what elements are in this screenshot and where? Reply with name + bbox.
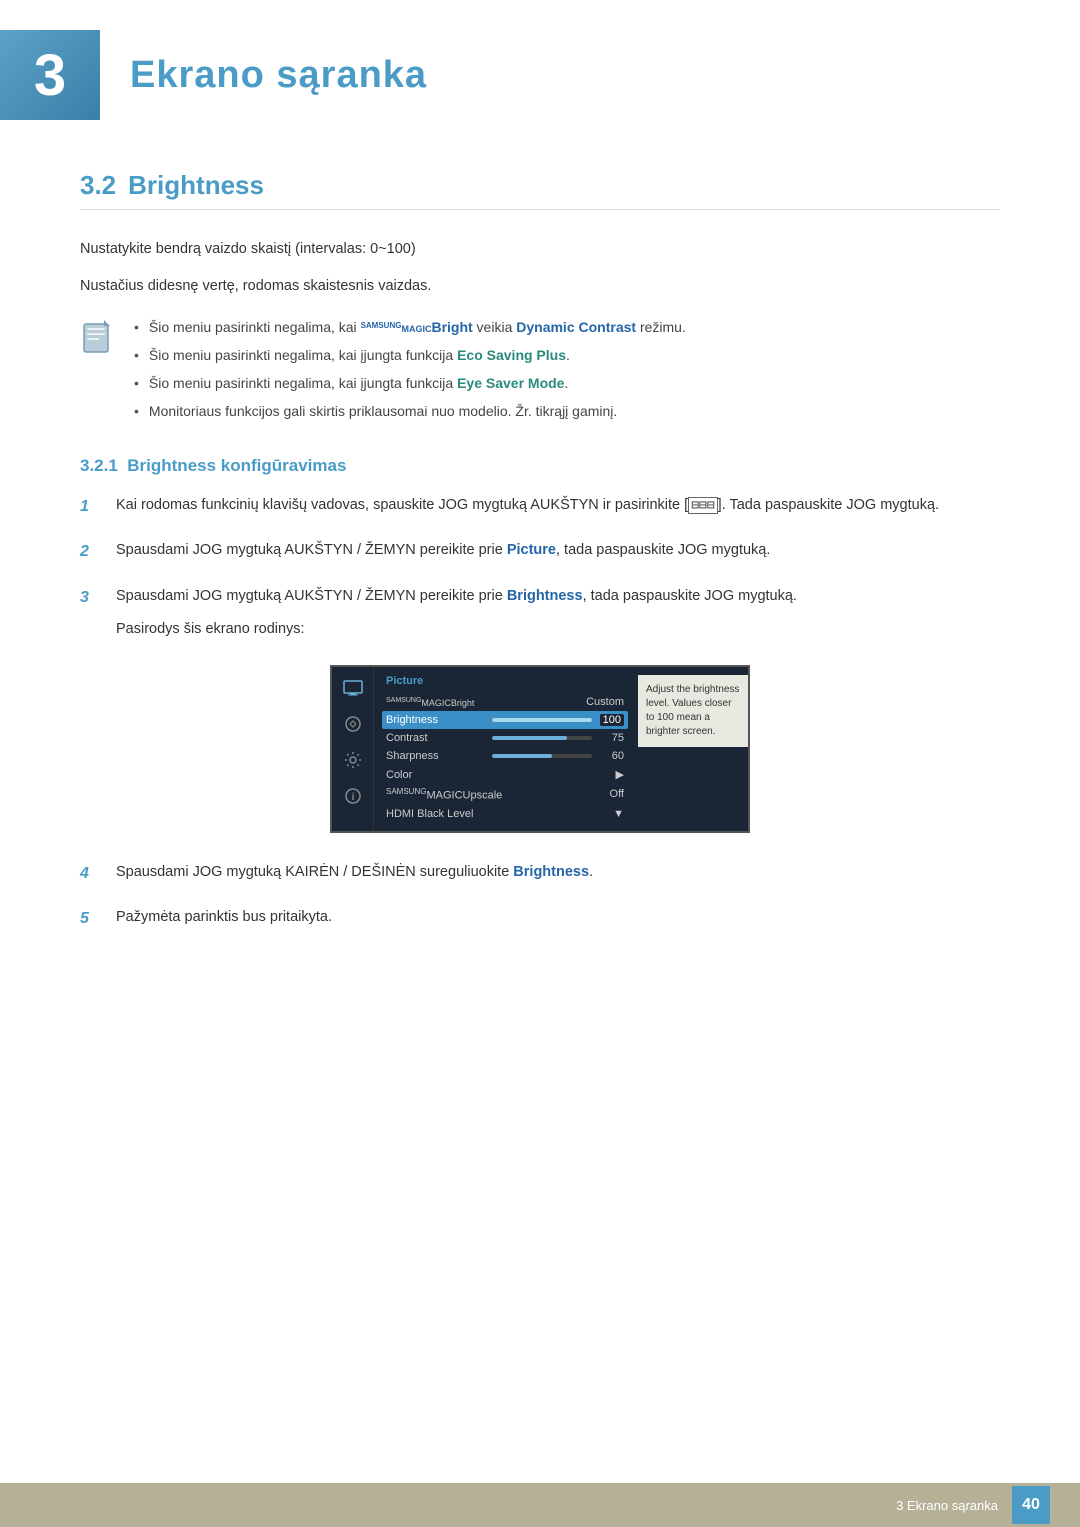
- note-lines: • Šio meniu pasirinkti negalima, kai SAM…: [134, 316, 1000, 427]
- footer: 3 Ekrano sąranka 40: [0, 1483, 1080, 1527]
- step-number-4: 4: [80, 861, 106, 887]
- screen-mockup: i Picture SAMSUNGMAGICBright Custom Brig…: [330, 665, 750, 833]
- screen-category: Picture: [386, 675, 624, 687]
- step-text-4: Spausdami JOG mygtuką KAIRĖN / DEŠINĖN s…: [116, 861, 593, 884]
- subsection-title-text: Brightness konfigūravimas: [127, 456, 346, 475]
- section-title-text: Brightness: [128, 170, 264, 200]
- note-line-4: • Monitoriaus funkcijos gali skirtis pri…: [134, 400, 1000, 424]
- step-2: 2 Spausdami JOG mygtuką AUKŠTYN / ŽEMYN …: [80, 539, 1000, 565]
- main-content: 3.2 Brightness Nustatykite bendrą vaizdo …: [0, 170, 1080, 1032]
- step-text-1: Kai rodomas funkcinių klavišų vadovas, s…: [116, 494, 939, 517]
- subsection-title: 3.2.1 Brightness konfigūravimas: [80, 456, 1000, 476]
- note-icon: [80, 318, 118, 356]
- notes-block: • Šio meniu pasirinkti negalima, kai SAM…: [80, 316, 1000, 427]
- intro-text-1: Nustatykite bendrą vaizdo skaistį (inter…: [80, 238, 1000, 261]
- step-number-2: 2: [80, 539, 106, 565]
- chapter-number-block: 3: [0, 30, 100, 120]
- samsung-magic-text-1: SAMSUNGMAGIC: [361, 324, 432, 334]
- step-text-5: Pažymėta parinktis bus pritaikyta.: [116, 906, 332, 929]
- step-3-note: Pasirodys šis ekrano rodinys:: [116, 618, 797, 641]
- step-text-3: Spausdami JOG mygtuką AUKŠTYN / ŽEMYN pe…: [116, 585, 797, 608]
- footer-text: 3 Ekrano sąranka: [896, 1498, 998, 1513]
- step-number-3: 3: [80, 585, 106, 611]
- svg-text:i: i: [351, 792, 354, 803]
- step-5: 5 Pažymėta parinktis bus pritaikyta.: [80, 906, 1000, 932]
- step-1: 1 Kai rodomas funkcinių klavišų vadovas,…: [80, 494, 1000, 520]
- screen-content: Picture SAMSUNGMAGICBright Custom Bright…: [374, 667, 636, 831]
- gear-icon: [342, 749, 364, 771]
- note-line-2: • Šio meniu pasirinkti negalima, kai įju…: [134, 344, 1000, 368]
- section-number: 3.2: [80, 170, 116, 200]
- step-3: 3 Spausdami JOG mygtuką AUKŠTYN / ŽEMYN …: [80, 585, 1000, 641]
- chapter-header: 3 Ekrano sąranka: [0, 0, 1080, 150]
- footer-page: 40: [1012, 1486, 1050, 1524]
- subsection-number: 3.2.1: [80, 456, 118, 475]
- intro-text-2: Nustačius didesnę vertę, rodomas skaiste…: [80, 275, 1000, 298]
- brightness-row: Brightness 100: [382, 711, 628, 729]
- note-line-1: • Šio meniu pasirinkti negalima, kai SAM…: [134, 316, 1000, 340]
- arrows-icon: [342, 713, 364, 735]
- screen-tooltip: Adjust the brightness level. Values clos…: [638, 675, 748, 747]
- monitor-icon: [342, 677, 364, 699]
- color-row: Color ▶: [386, 765, 624, 784]
- step-4: 4 Spausdami JOG mygtuką KAIRĖN / DEŠINĖN…: [80, 861, 1000, 887]
- screen-container: i Picture SAMSUNGMAGICBright Custom Brig…: [80, 665, 1000, 833]
- step-number-1: 1: [80, 494, 106, 520]
- upscale-row: SAMSUNGMAGICUpscale Off: [386, 784, 624, 805]
- chapter-title: Ekrano sąranka: [130, 54, 427, 97]
- section-title: 3.2 Brightness: [80, 170, 1000, 210]
- screen-sidebar: i: [332, 667, 374, 831]
- hdmi-row: HDMI Black Level ▼: [386, 805, 624, 823]
- magic-bright-row: SAMSUNGMAGICBright Custom: [386, 693, 624, 711]
- chapter-number: 3: [34, 42, 66, 109]
- sharpness-row: Sharpness 60: [386, 747, 624, 765]
- note-line-3: • Šio meniu pasirinkti negalima, kai įju…: [134, 372, 1000, 396]
- info-icon: i: [342, 785, 364, 807]
- step-number-5: 5: [80, 906, 106, 932]
- step-text-2: Spausdami JOG mygtuką AUKŠTYN / ŽEMYN pe…: [116, 539, 770, 562]
- contrast-row: Contrast 75: [386, 729, 624, 747]
